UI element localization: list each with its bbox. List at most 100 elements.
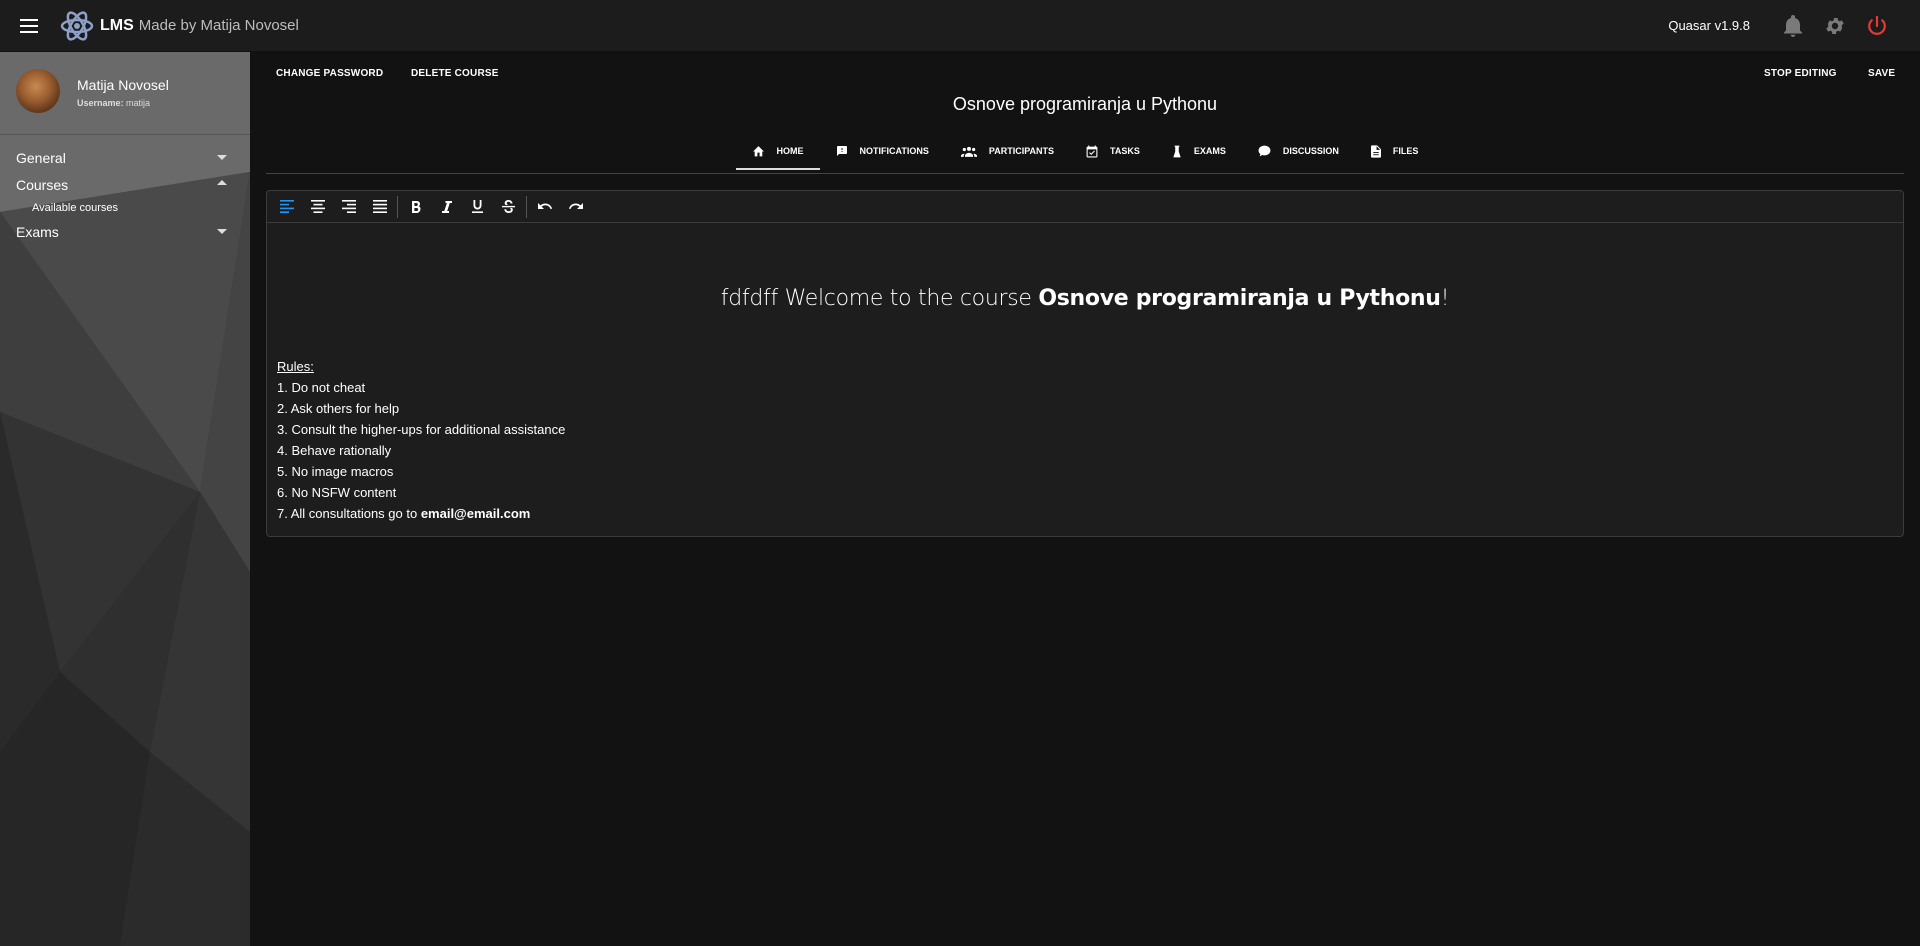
sidebar-nav: General Courses Available courses Exams xyxy=(0,144,250,245)
username-label: Username: xyxy=(77,98,124,108)
notification-icon xyxy=(836,146,847,156)
underline-button[interactable] xyxy=(462,192,493,222)
caret-down-icon xyxy=(217,229,227,234)
sidebar-item-exams[interactable]: Exams xyxy=(0,218,250,245)
hamburger-icon xyxy=(20,18,38,33)
caret-up-icon xyxy=(217,180,227,185)
sidebar-item-label: General xyxy=(16,149,66,166)
undo-button[interactable] xyxy=(529,192,560,222)
tabs-divider xyxy=(266,173,1904,174)
rule-item: 6. No NSFW content xyxy=(277,485,397,500)
undo-icon xyxy=(537,203,552,210)
menu-button[interactable] xyxy=(0,0,58,52)
rule-item: 2. Ask others for help xyxy=(277,401,400,416)
align-justify-icon xyxy=(372,200,387,213)
sidebar-item-label: Exams xyxy=(16,223,59,240)
bell-icon xyxy=(1784,14,1802,37)
editor-content[interactable]: fdfdff Welcome to the course Osnove prog… xyxy=(267,286,1903,524)
people-icon xyxy=(960,146,977,157)
rule-item: 3. Consult the higher-ups for additional… xyxy=(277,422,566,437)
editor-toolbar xyxy=(267,191,1903,223)
rich-text-editor: fdfdff Welcome to the course Osnove prog… xyxy=(266,190,1904,537)
align-left-button[interactable] xyxy=(271,192,302,222)
welcome-heading: fdfdff Welcome to the course Osnove prog… xyxy=(277,286,1893,311)
align-right-button[interactable] xyxy=(333,192,364,222)
main-content: CHANGE PASSWORD DELETE COURSE STOP EDITI… xyxy=(250,52,1920,946)
rule-7-text: 7. All consultations go to xyxy=(277,506,421,521)
chat-icon xyxy=(1258,145,1271,157)
power-icon xyxy=(1868,15,1886,35)
strikethrough-icon xyxy=(502,200,515,213)
profile-username: Username: matija xyxy=(77,98,150,108)
notifications-button[interactable] xyxy=(1772,0,1814,52)
stop-editing-button[interactable]: STOP EDITING xyxy=(1764,68,1837,79)
welcome-course-name: Osnove programiranja u Pythonu xyxy=(1038,286,1441,311)
user-profile: Matija Novosel Username: matija xyxy=(0,52,250,135)
home-icon xyxy=(752,146,764,157)
avatar xyxy=(16,69,60,113)
gear-icon xyxy=(1826,17,1844,34)
sidebar-item-available-courses[interactable]: Available courses xyxy=(0,198,250,218)
sidebar-item-courses[interactable]: Courses xyxy=(0,171,250,198)
toolbar-separator xyxy=(397,195,398,218)
rule-item: 1. Do not cheat xyxy=(277,380,366,395)
logout-button[interactable] xyxy=(1856,0,1898,52)
rule-item: 7. All consultations go to email@email.c… xyxy=(277,503,1893,524)
calendar-check-icon xyxy=(1086,145,1098,157)
redo-icon xyxy=(568,203,583,210)
tab-label: FILES xyxy=(1392,146,1419,156)
strikethrough-button[interactable] xyxy=(493,192,524,222)
tab-participants[interactable]: PARTICIPANTS xyxy=(945,132,1070,170)
change-password-button[interactable]: CHANGE PASSWORD xyxy=(276,68,383,79)
sidebar-item-label: Courses xyxy=(16,176,69,193)
tab-label: HOME xyxy=(776,146,804,156)
save-button[interactable]: SAVE xyxy=(1868,68,1895,79)
app-subtitle: Made by Matija Novosel xyxy=(138,17,299,34)
delete-course-button[interactable]: DELETE COURSE xyxy=(411,68,499,79)
rules-title: Rules: xyxy=(277,359,314,374)
username-value: matija xyxy=(126,98,151,108)
version-label: Quasar v1.9.8 xyxy=(1668,18,1750,33)
contact-email: email@email.com xyxy=(420,506,531,521)
rule-item: 4. Behave rationally xyxy=(277,443,392,458)
tab-notifications[interactable]: NOTIFICATIONS xyxy=(820,132,945,170)
settings-button[interactable] xyxy=(1814,0,1856,52)
flask-icon xyxy=(1173,145,1181,157)
course-title: Osnove programiranja u Pythonu xyxy=(952,94,1218,114)
tab-label: PARTICIPANTS xyxy=(988,146,1055,156)
align-justify-button[interactable] xyxy=(364,192,395,222)
rules-list: Rules: 1. Do not cheat 2. Ask others for… xyxy=(277,356,1893,524)
tab-discussion[interactable]: DISCUSSION xyxy=(1242,132,1355,170)
align-right-icon xyxy=(341,200,356,213)
atom-logo-icon xyxy=(60,10,94,41)
course-tabs: HOME NOTIFICATIONS PARTICIPANTS TASKS EX… xyxy=(250,132,1920,172)
align-center-button[interactable] xyxy=(302,192,333,222)
tab-label: TASKS xyxy=(1110,146,1140,156)
welcome-prefix: fdfdff Welcome to the course xyxy=(720,286,1039,311)
rule-item: 5. No image macros xyxy=(277,464,394,479)
align-left-icon xyxy=(279,200,294,213)
tab-tasks[interactable]: TASKS xyxy=(1070,132,1156,170)
welcome-suffix: ! xyxy=(1440,286,1450,311)
tab-home[interactable]: HOME xyxy=(735,132,820,170)
bold-button[interactable] xyxy=(400,192,431,222)
tab-files[interactable]: FILES xyxy=(1355,132,1435,170)
redo-button[interactable] xyxy=(560,192,591,222)
align-center-icon xyxy=(310,200,325,213)
tab-label: EXAMS xyxy=(1193,146,1226,156)
tab-label: NOTIFICATIONS xyxy=(859,146,929,156)
caret-down-icon xyxy=(217,155,227,160)
profile-name: Matija Novosel xyxy=(77,77,169,93)
sidebar-item-general[interactable]: General xyxy=(0,144,250,171)
top-bar: LMS Made by Matija Novosel Quasar v1.9.8 xyxy=(0,0,1920,52)
italic-icon xyxy=(441,200,452,213)
app-title: LMS xyxy=(100,16,134,34)
underline-icon xyxy=(472,200,483,213)
tab-label: DISCUSSION xyxy=(1282,146,1339,156)
italic-button[interactable] xyxy=(431,192,462,222)
tab-exams[interactable]: EXAMS xyxy=(1156,132,1242,170)
sidebar: Matija Novosel Username: matija General … xyxy=(0,52,250,946)
file-icon xyxy=(1370,144,1381,158)
bold-icon xyxy=(411,200,420,213)
toolbar-separator xyxy=(526,195,527,218)
